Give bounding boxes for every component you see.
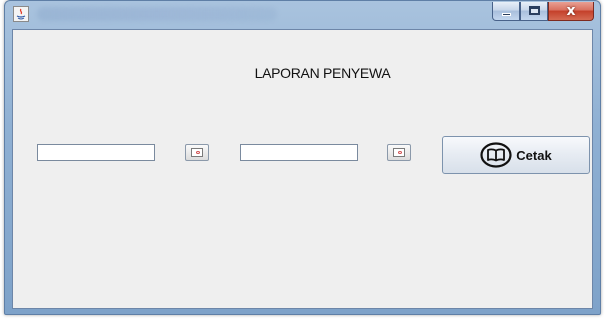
minimize-button[interactable] bbox=[492, 2, 520, 21]
minimize-icon bbox=[502, 13, 511, 16]
print-button[interactable]: Cetak bbox=[442, 136, 590, 174]
calendar-icon bbox=[393, 148, 405, 157]
book-icon bbox=[480, 142, 512, 168]
window-controls: x bbox=[492, 2, 594, 22]
close-button[interactable]: x bbox=[548, 2, 594, 21]
maximize-button[interactable] bbox=[520, 2, 548, 21]
window-title-blurred bbox=[37, 7, 277, 21]
content-panel: LAPORAN PENYEWA Cetak bbox=[12, 29, 593, 309]
calendar-icon bbox=[191, 148, 203, 157]
java-app-icon[interactable] bbox=[13, 6, 29, 22]
print-button-label: Cetak bbox=[516, 147, 552, 163]
maximize-icon bbox=[529, 6, 540, 15]
date-from-calendar-button[interactable] bbox=[185, 144, 209, 161]
date-to-calendar-button[interactable] bbox=[387, 144, 411, 161]
date-from-field[interactable] bbox=[37, 144, 155, 161]
title-bar[interactable]: x bbox=[5, 1, 600, 29]
page-title: LAPORAN PENYEWA bbox=[254, 65, 391, 81]
app-window: x LAPORAN PENYEWA Cetak bbox=[4, 0, 601, 315]
close-icon: x bbox=[566, 3, 576, 19]
date-to-field[interactable] bbox=[240, 144, 358, 161]
